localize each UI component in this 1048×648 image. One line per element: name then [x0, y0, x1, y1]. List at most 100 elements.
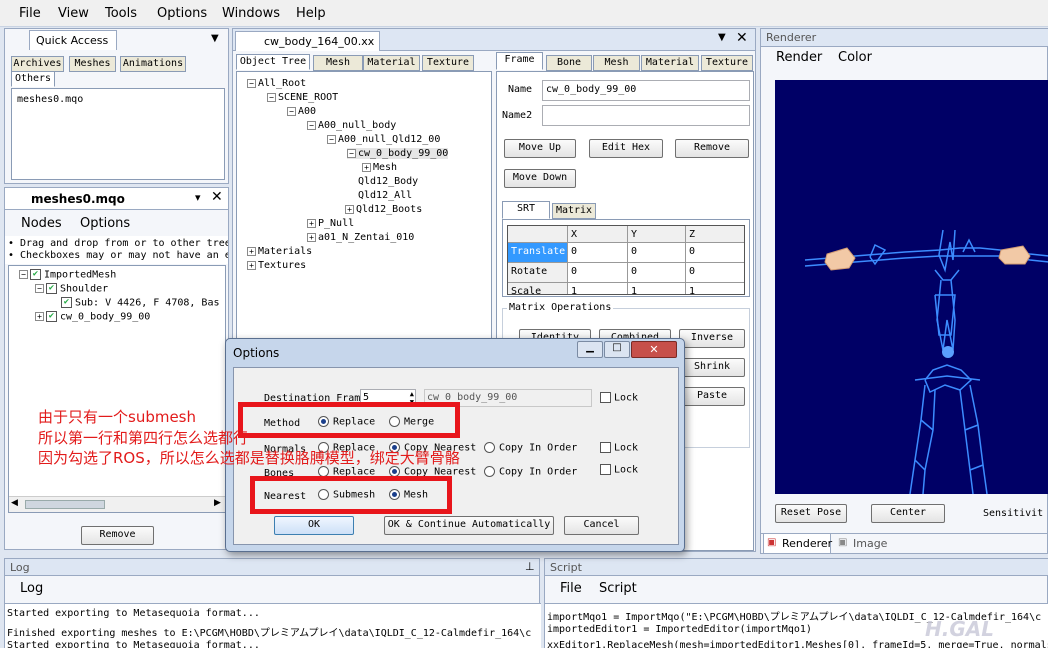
table-cell[interactable]: 0 [628, 263, 686, 283]
close-button[interactable]: ✕ [631, 341, 677, 358]
dropdown-arrow-icon[interactable]: ▼ [211, 33, 219, 44]
lock-checkbox[interactable]: Lock [600, 442, 638, 454]
tree-node[interactable]: Qld12_All [358, 190, 412, 201]
expand-icon[interactable]: + [362, 162, 371, 172]
collapse-icon[interactable]: − [19, 270, 28, 279]
tab-others[interactable]: Others [11, 71, 55, 87]
table-cell[interactable]: 1 [686, 283, 744, 294]
inverse-button[interactable]: Inverse [679, 329, 745, 348]
move-down-button[interactable]: Move Down [504, 169, 576, 188]
shrink-button[interactable]: Shrink [679, 358, 745, 377]
tab-texture[interactable]: Texture [422, 55, 474, 71]
tab-bone[interactable]: Bone [546, 55, 592, 71]
table-cell[interactable]: 0 [568, 263, 628, 283]
tab-material[interactable]: Material [363, 55, 420, 71]
tree-node[interactable]: + Qld12_Boots [345, 204, 422, 215]
scroll-right-icon[interactable]: ▶ [214, 498, 221, 508]
menu-nodes[interactable]: Nodes [21, 216, 62, 231]
edit-hex-button[interactable]: Edit Hex [589, 139, 663, 158]
table-cell[interactable]: 1 [628, 283, 686, 294]
checkbox[interactable]: ✔ [46, 283, 57, 294]
scroll-left-icon[interactable]: ◀ [11, 498, 18, 508]
center-button[interactable]: Center [871, 504, 945, 523]
paste-button[interactable]: Paste [679, 387, 745, 406]
checkbox[interactable]: ✔ [46, 311, 57, 322]
radio[interactable] [484, 442, 495, 453]
tab-material[interactable]: Material [641, 55, 699, 71]
expand-icon[interactable]: + [345, 204, 354, 214]
tree-node[interactable]: − All_Root [247, 78, 306, 89]
tab-renderer[interactable]: ▣ Renderer [763, 534, 832, 554]
menu-windows[interactable]: Windows [222, 6, 280, 21]
tab-mesh[interactable]: Mesh [313, 55, 363, 71]
tree-node[interactable]: − ✔ Shoulder [35, 283, 108, 295]
maximize-button[interactable]: □ [604, 341, 630, 358]
collapse-icon[interactable]: − [307, 120, 316, 130]
collapse-icon[interactable]: − [247, 78, 256, 88]
collapse-icon[interactable]: − [347, 148, 356, 158]
name-field[interactable]: cw_0_body_99_00 [542, 80, 750, 101]
scroll-thumb[interactable] [25, 500, 105, 509]
row-header[interactable]: Rotate [508, 263, 568, 283]
lock-checkbox[interactable]: Lock [600, 392, 638, 404]
checkbox[interactable] [600, 442, 611, 453]
normals-copy-in-order-radio[interactable]: Copy In Order [484, 442, 577, 454]
pin-icon[interactable]: ⊥ [525, 560, 535, 573]
document-tab[interactable]: cw_body_164_00.xx [235, 31, 380, 51]
bones-copy-in-order-radio[interactable]: Copy In Order [484, 466, 577, 478]
remove-button[interactable]: Remove [675, 139, 749, 158]
tree-node[interactable]: − A00_null_Qld12_00 [327, 134, 440, 145]
quick-access-tab[interactable]: Quick Access [29, 30, 117, 50]
collapse-icon[interactable]: − [327, 134, 336, 144]
menu-file[interactable]: File [560, 581, 582, 596]
tab-animations[interactable]: Animations [120, 56, 186, 72]
tab-mesh[interactable]: Mesh [593, 55, 640, 71]
table-cell[interactable]: 1 [568, 283, 628, 294]
tree-node[interactable]: + Materials [247, 246, 312, 257]
expand-icon[interactable]: + [307, 218, 316, 228]
checkbox[interactable] [600, 392, 611, 403]
minimize-button[interactable]: ▁ [577, 341, 603, 358]
ok-button[interactable]: OK [274, 516, 354, 535]
menu-log[interactable]: Log [20, 581, 43, 596]
checkbox[interactable]: ✔ [61, 297, 72, 308]
checkbox[interactable] [600, 464, 611, 475]
move-up-button[interactable]: Move Up [504, 139, 576, 158]
radio[interactable] [484, 466, 495, 477]
tab-matrix[interactable]: Matrix [552, 203, 596, 219]
checkbox[interactable]: ✔ [30, 269, 41, 280]
dropdown-arrow-icon[interactable]: ▼ [718, 32, 726, 43]
tree-node[interactable]: − SCENE_ROOT [267, 92, 338, 103]
horizontal-scrollbar[interactable]: ◀ ▶ [9, 496, 225, 512]
table-cell[interactable]: 0 [686, 263, 744, 283]
tree-node[interactable]: + Textures [247, 260, 306, 271]
table-cell[interactable]: 0 [686, 243, 744, 263]
tab-srt[interactable]: SRT [502, 201, 550, 219]
menu-options[interactable]: Options [80, 216, 130, 231]
name2-field[interactable] [542, 105, 750, 126]
pin-dropdown-icon[interactable]: ▾ [195, 191, 201, 204]
tree-node[interactable]: ✔ Sub: V 4426, F 4708, Bas [61, 297, 220, 309]
menu-render[interactable]: Render [776, 50, 822, 65]
tree-node[interactable]: + ✔ cw_0_body_99_00 [35, 311, 150, 323]
tab-frame[interactable]: Frame [496, 52, 543, 70]
remove-button[interactable]: Remove [81, 526, 154, 545]
table-cell[interactable]: 0 [628, 243, 686, 263]
collapse-icon[interactable]: − [267, 92, 276, 102]
menu-view[interactable]: View [58, 6, 89, 21]
tree-node[interactable]: Qld12_Body [358, 176, 418, 187]
menu-script[interactable]: Script [599, 581, 637, 596]
tree-node[interactable]: − A00_null_body [307, 120, 396, 131]
expand-icon[interactable]: + [247, 260, 256, 270]
tab-archives[interactable]: Archives [11, 56, 64, 72]
tab-texture[interactable]: Texture [701, 55, 753, 71]
list-item[interactable]: meshes0.mqo [17, 94, 83, 105]
collapse-icon[interactable]: − [287, 106, 296, 116]
menu-help[interactable]: Help [296, 6, 326, 21]
close-icon[interactable]: ✕ [211, 189, 223, 205]
expand-icon[interactable]: + [307, 232, 316, 242]
tab-image[interactable]: ▣ Image [835, 534, 895, 554]
menu-tools[interactable]: Tools [105, 6, 137, 21]
expand-icon[interactable]: + [247, 246, 256, 256]
menu-options[interactable]: Options [157, 6, 207, 21]
